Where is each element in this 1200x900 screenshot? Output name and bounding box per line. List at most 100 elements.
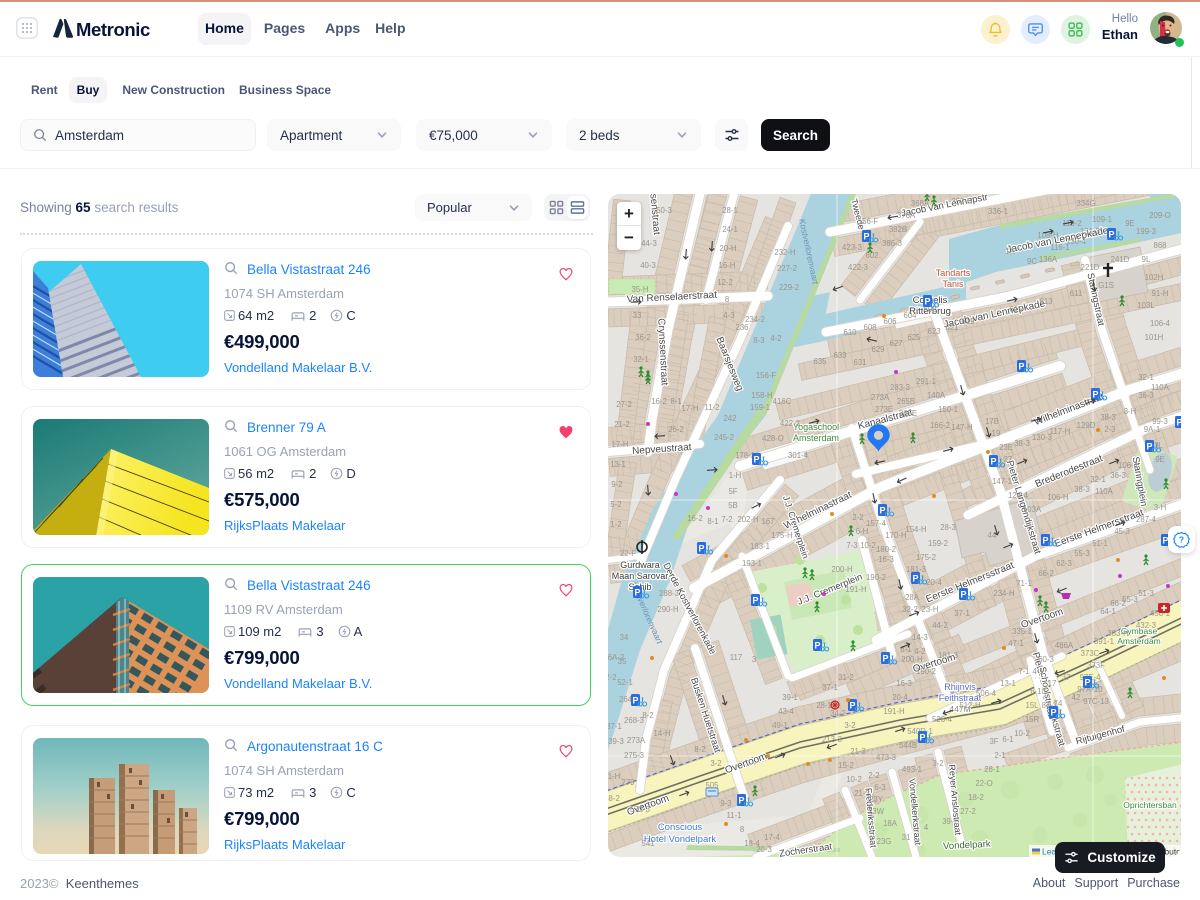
svg-text:213-3: 213-3 [822,735,842,744]
svg-text:629: 629 [871,345,884,354]
svg-text:190-2: 190-2 [866,573,886,582]
svg-text:34: 34 [620,633,629,642]
svg-text:16-2: 16-2 [651,397,667,406]
svg-text:60-3: 60-3 [1038,655,1054,664]
svg-text:P: P [849,701,855,711]
svg-text:4: 4 [924,823,929,832]
svg-text:287-4: 287-4 [1136,515,1157,524]
svg-text:11-1: 11-1 [726,811,741,820]
svg-text:37: 37 [1062,673,1071,682]
svg-text:35-H: 35-H [632,285,649,294]
svg-text:3-2: 3-2 [710,759,721,768]
svg-text:71-1: 71-1 [1016,579,1032,588]
svg-text:635: 635 [813,357,827,366]
svg-text:2-2: 2-2 [608,673,617,682]
svg-text:Tanis: Tanis [942,279,964,289]
svg-text:33: 33 [633,311,642,320]
svg-text:28-3: 28-3 [940,523,956,532]
svg-text:159-2: 159-2 [928,539,948,548]
svg-text:422-3: 422-3 [848,263,868,272]
svg-text:66-2: 66-2 [1110,599,1126,608]
svg-text:40-3: 40-3 [640,261,656,270]
svg-text:422-3: 422-3 [780,419,800,428]
svg-text:P: P [814,641,820,651]
svg-text:335-1: 335-1 [1012,627,1032,636]
svg-text:541: 541 [641,839,654,848]
svg-text:606: 606 [883,317,896,326]
svg-text:P: P [1042,536,1048,546]
svg-text:627: 627 [889,339,902,348]
svg-text:423-3: 423-3 [842,243,862,252]
svg-text:136A: 136A [1039,255,1058,264]
svg-text:2-3: 2-3 [1104,425,1115,434]
svg-text:P: P [1092,390,1098,400]
svg-text:P: P [912,574,918,584]
svg-text:17-H: 17-H [682,404,699,413]
svg-text:4-2: 4-2 [770,334,781,343]
svg-text:3: 3 [752,655,756,664]
svg-text:34-2: 34-2 [830,709,846,718]
svg-text:232-H: 232-H [774,248,795,257]
svg-text:10-2: 10-2 [1014,729,1030,738]
svg-text:P: P [752,596,758,606]
svg-text:38-2: 38-2 [608,794,620,803]
svg-text:140A: 140A [927,391,946,400]
svg-text:191-H: 191-H [883,707,904,716]
svg-text:103A: 103A [1023,505,1042,514]
svg-text:32-1: 32-1 [633,355,649,364]
svg-text:47-1: 47-1 [1008,639,1024,648]
svg-text:P: P [753,455,759,465]
svg-text:Maan Sarovar: Maan Sarovar [612,571,669,581]
svg-text:P: P [919,733,925,743]
svg-text:26-2: 26-2 [668,425,684,434]
svg-text:23E: 23E [999,443,1013,452]
svg-text:110A: 110A [1151,383,1169,392]
svg-text:382B: 382B [889,225,907,234]
svg-text:P: P [632,696,638,706]
svg-text:32-1: 32-1 [1090,475,1106,484]
svg-text:209-O: 209-O [1149,211,1171,220]
svg-text:279: 279 [621,778,634,787]
svg-text:17-H: 17-H [612,440,629,449]
svg-text:9E: 9E [1155,455,1165,464]
svg-text:178-1: 178-1 [735,451,755,460]
svg-text:28-1: 28-1 [722,206,738,215]
svg-text:3-2: 3-2 [844,721,855,730]
svg-text:5-2: 5-2 [610,500,621,509]
svg-text:383-H: 383-H [1107,629,1128,638]
svg-text:66-2: 66-2 [1038,569,1054,578]
svg-text:7-3: 7-3 [846,541,857,550]
svg-text:Oprichtersban: Oprichtersban [1123,800,1177,810]
svg-text:106-H: 106-H [1047,493,1068,502]
svg-text:227-2: 227-2 [777,264,797,273]
svg-text:167: 167 [761,517,774,526]
svg-text:36-2: 36-2 [635,333,651,342]
svg-text:P: P [1018,362,1024,372]
svg-text:18-2: 18-2 [968,793,984,802]
svg-text:9C: 9C [1027,257,1037,266]
svg-text:110A: 110A [1095,487,1113,496]
svg-text:221D: 221D [1081,263,1100,272]
svg-text:242: 242 [723,414,736,423]
svg-text:428-O: 428-O [762,434,784,443]
svg-text:193-1: 193-1 [742,559,762,568]
svg-text:11-2: 11-2 [704,403,719,412]
svg-text:22-F: 22-F [620,549,636,558]
svg-text:Gurdwara: Gurdwara [620,560,660,570]
svg-text:181-3: 181-3 [938,651,958,660]
svg-text:P: P [1176,418,1181,428]
svg-text:37-1: 37-1 [608,722,622,731]
svg-text:6-10: 6-10 [1030,687,1046,696]
svg-text:50-3: 50-3 [656,206,672,215]
svg-text:39-1: 39-1 [782,693,798,702]
svg-text:21-3: 21-3 [850,747,866,756]
svg-text:416C: 416C [773,397,792,406]
svg-text:31: 31 [902,833,911,842]
svg-text:43-4: 43-4 [778,707,794,716]
svg-text:4-3: 4-3 [723,311,734,320]
svg-text:14-3: 14-3 [912,633,928,642]
svg-text:44-3: 44-3 [641,239,657,248]
svg-text:6-3: 6-3 [874,783,885,792]
svg-text:45-3: 45-3 [1114,527,1130,536]
svg-text:170-H: 170-H [885,531,906,540]
